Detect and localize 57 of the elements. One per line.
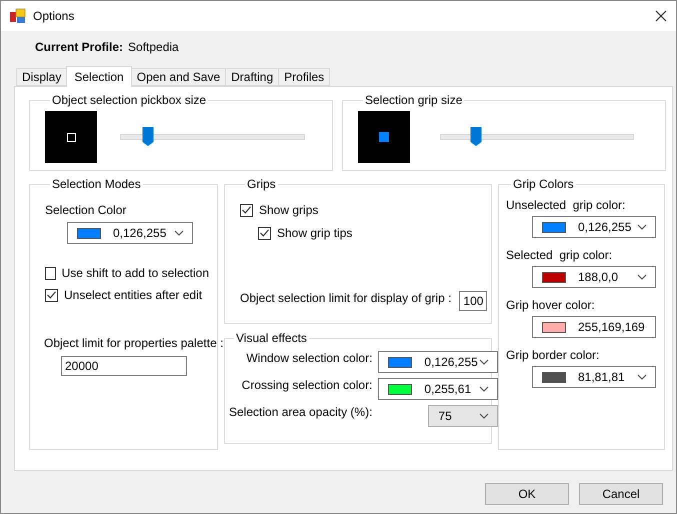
- tab[interactable]: Profiles: [278, 68, 330, 86]
- checkbox[interactable]: [45, 266, 56, 280]
- color-dropdown[interactable]: 81,81,81: [532, 366, 656, 388]
- field-label: Object selection limit for display of grip :: [240, 291, 452, 305]
- checkbox-label: Unselect entities after edit: [64, 288, 202, 302]
- group-title: Object selection pickbox size: [51, 93, 208, 107]
- opacity-dropdown[interactable]: 75: [428, 405, 498, 427]
- cancel-button[interactable]: Cancel: [579, 483, 663, 505]
- group-title: Visual effects: [235, 331, 308, 345]
- app-icon: [10, 8, 26, 24]
- checkbox-label: Use shift to add to selection: [62, 266, 209, 280]
- field-label: Selection area opacity (%):: [229, 405, 372, 419]
- chevron-icon: [637, 274, 647, 280]
- field-label: Grip border color:: [506, 348, 600, 362]
- size-preview: [45, 111, 97, 163]
- tab[interactable]: Display: [16, 68, 66, 86]
- chevron-icon: [174, 230, 184, 236]
- field-label: Unselected grip color:: [506, 198, 626, 212]
- checkbox[interactable]: [240, 204, 253, 216]
- field-label: Grip hover color:: [506, 298, 595, 312]
- ok-button[interactable]: OK: [485, 483, 569, 505]
- profile-name: Softpedia: [128, 40, 179, 56]
- chevron-icon: [479, 413, 490, 419]
- color-dropdown[interactable]: 188,0,0: [532, 266, 656, 288]
- close-icon[interactable]: [655, 10, 667, 22]
- color-dropdown[interactable]: 0,126,255: [378, 351, 498, 373]
- slider-thumb[interactable]: [470, 127, 482, 146]
- checkbox-label: Show grip tips: [277, 226, 352, 240]
- input-field[interactable]: 100: [459, 291, 488, 311]
- field-label: Object limit for properties palette :: [44, 336, 224, 350]
- input-field[interactable]: 20000: [61, 356, 187, 376]
- tab[interactable]: Open and Save: [132, 68, 226, 86]
- group-title: Grips: [246, 177, 277, 191]
- field-label: Crossing selection color:: [242, 378, 372, 392]
- window-title: Options: [33, 9, 74, 23]
- checkbox-label: Show grips: [259, 203, 318, 217]
- field-label: Selection Color: [45, 203, 126, 217]
- color-dropdown[interactable]: 255,169,169: [532, 316, 656, 338]
- color-dropdown[interactable]: 0,255,61: [378, 378, 498, 400]
- tab[interactable]: Drafting: [225, 68, 278, 86]
- group-title: Selection Modes: [51, 177, 142, 191]
- tab[interactable]: Selection: [66, 66, 132, 87]
- chevron-icon: [637, 224, 647, 230]
- field-label: Selected grip color:: [506, 248, 612, 262]
- group-title: Selection grip size: [364, 93, 464, 107]
- profile-label: Current Profile:: [35, 40, 124, 56]
- slider-thumb[interactable]: [142, 127, 154, 146]
- group-title: Grip Colors: [512, 177, 575, 191]
- size-preview: [358, 111, 410, 163]
- chevron-icon: [637, 374, 647, 380]
- checkbox[interactable]: [258, 226, 271, 240]
- checkbox[interactable]: [45, 288, 58, 302]
- chevron-icon: [479, 386, 490, 392]
- field-label: Window selection color:: [246, 351, 372, 365]
- color-dropdown[interactable]: 0,126,255: [67, 222, 193, 244]
- chevron-icon: [479, 359, 490, 365]
- color-dropdown[interactable]: 0,126,255: [532, 216, 656, 238]
